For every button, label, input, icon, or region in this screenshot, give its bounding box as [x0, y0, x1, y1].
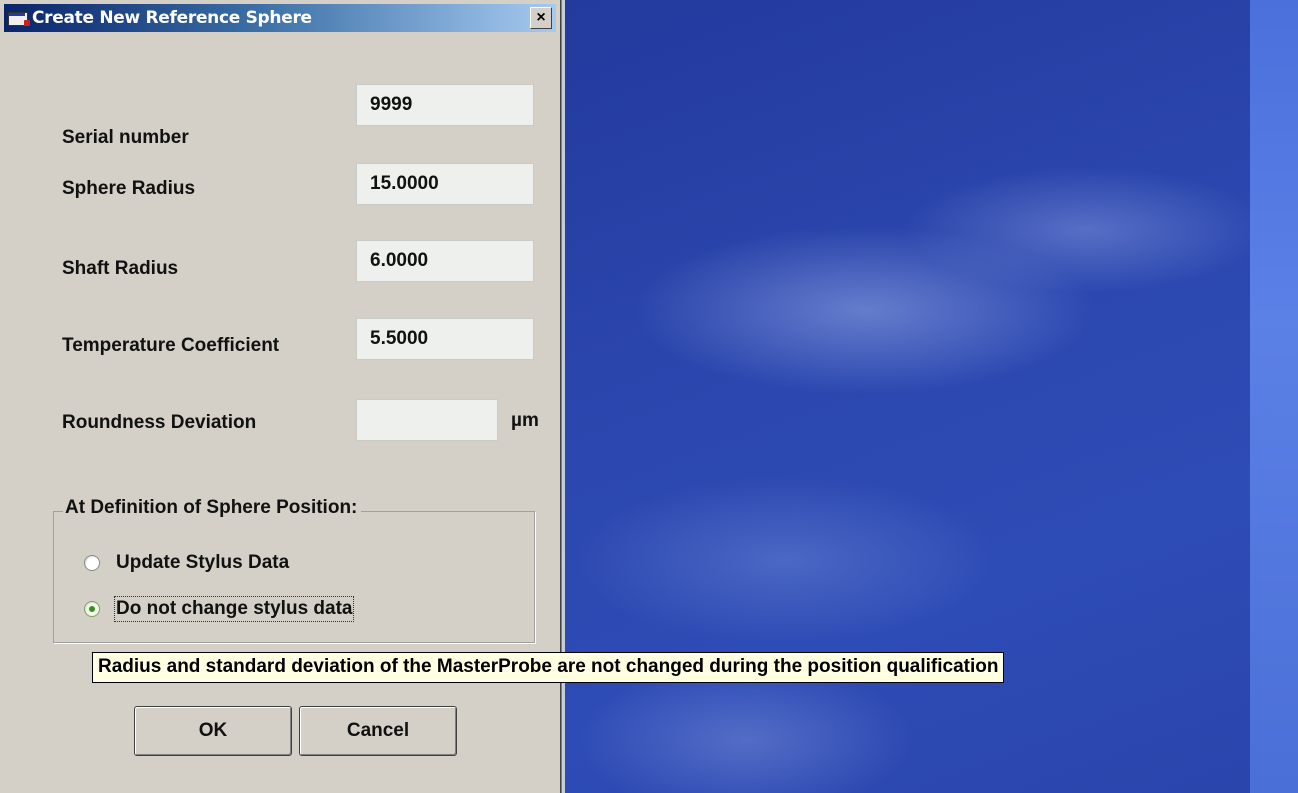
close-icon: ×	[536, 9, 546, 26]
update-stylus-label: Update Stylus Data	[116, 552, 290, 573]
temperature-coefficient-label: Temperature Coefficient	[62, 335, 280, 356]
serial-number-label: Serial number	[62, 127, 189, 148]
close-button[interactable]: ×	[530, 7, 552, 29]
ok-button[interactable]: OK	[134, 706, 292, 756]
temperature-coefficient-field[interactable]: 5.5000	[356, 318, 534, 360]
do-not-change-option[interactable]: Do not change stylus data	[84, 596, 355, 622]
shaft-radius-label: Shaft Radius	[62, 258, 179, 279]
tooltip: Radius and standard deviation of the Mas…	[92, 652, 1005, 683]
group-title: At Definition of Sphere Position:	[63, 497, 362, 519]
serial-number-field[interactable]: 9999	[356, 84, 534, 126]
window-title: Create New Reference Sphere	[32, 8, 312, 28]
roundness-deviation-label: Roundness Deviation	[62, 412, 257, 433]
cancel-button[interactable]: Cancel	[299, 706, 457, 756]
radio-do-not-change[interactable]	[84, 601, 100, 617]
sphere-position-group	[53, 511, 535, 643]
roundness-unit-label: µm	[511, 410, 539, 431]
desktop-edge	[1250, 0, 1298, 793]
shaft-radius-field[interactable]: 6.0000	[356, 240, 534, 282]
update-stylus-option[interactable]: Update Stylus Data	[84, 552, 289, 574]
title-bar[interactable]: Create New Reference Sphere ×	[4, 4, 556, 32]
sphere-radius-field[interactable]: 15.0000	[356, 163, 534, 205]
roundness-deviation-field[interactable]	[356, 399, 498, 441]
app-icon	[8, 10, 30, 26]
sphere-radius-label: Sphere Radius	[62, 178, 196, 199]
do-not-change-label: Do not change stylus data	[113, 596, 355, 622]
radio-update-stylus[interactable]	[84, 555, 100, 571]
